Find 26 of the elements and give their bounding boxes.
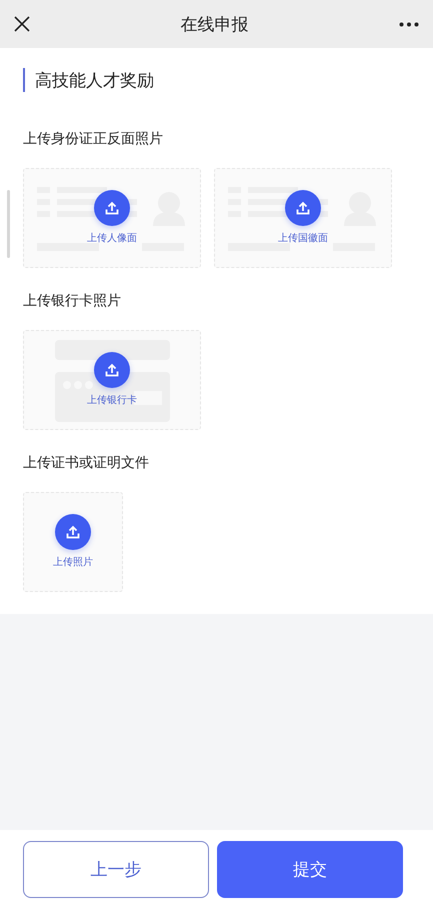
close-icon[interactable]: [14, 16, 30, 32]
upload-button[interactable]: [55, 514, 91, 550]
upload-button[interactable]: [94, 190, 130, 226]
upload-label: 上传照片: [53, 556, 93, 569]
upload-tile[interactable]: 上传国徽面: [214, 168, 392, 268]
section-title: 高技能人才奖励: [35, 70, 154, 92]
page-title: 在线申报: [180, 14, 248, 36]
group-label: 上传身份证正反面照片: [23, 130, 164, 148]
scroll-bar: [7, 190, 10, 258]
group-label: 上传银行卡照片: [23, 292, 122, 310]
upload-label: 上传银行卡: [87, 394, 137, 407]
upload-tile[interactable]: 上传银行卡: [23, 330, 201, 430]
group-label: 上传证书或证明文件: [23, 454, 150, 472]
more-icon[interactable]: [399, 22, 419, 26]
upload-button[interactable]: [285, 190, 321, 226]
upload-tile[interactable]: 上传照片: [23, 492, 123, 592]
upload-label: 上传国徽面: [278, 232, 328, 245]
submit-button[interactable]: 提交: [217, 841, 403, 898]
upload-icon: [65, 524, 81, 540]
upload-icon: [104, 362, 120, 378]
upload-label: 上传人像面: [87, 232, 137, 245]
upload-tile[interactable]: 上传人像面: [23, 168, 201, 268]
upload-icon: [104, 200, 120, 216]
accent-bar: [23, 68, 25, 92]
upload-icon: [295, 200, 311, 216]
back-button[interactable]: 上一步: [23, 841, 209, 898]
